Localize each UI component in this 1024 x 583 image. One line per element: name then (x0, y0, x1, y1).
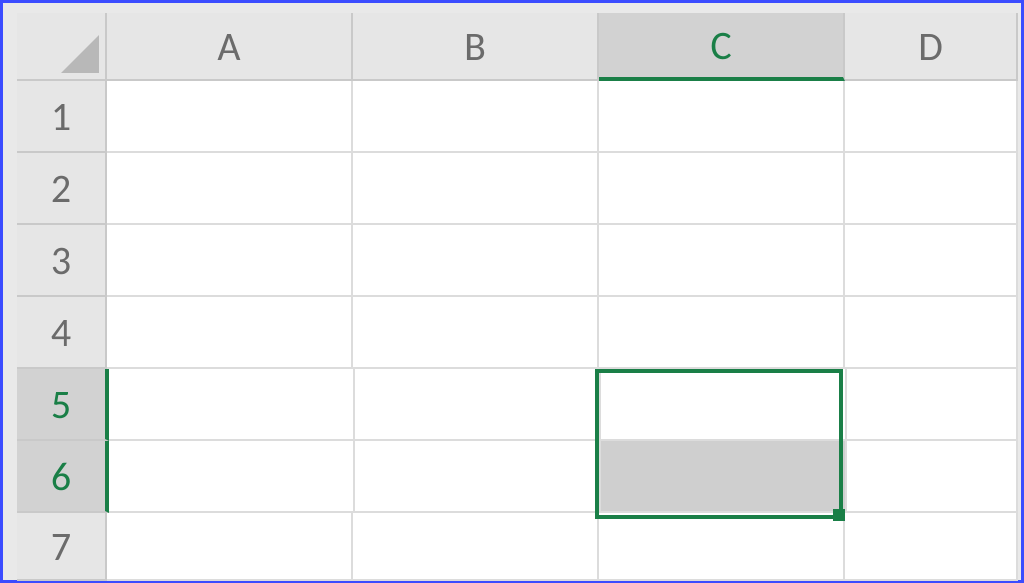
grid-body: 1 2 3 (17, 81, 1018, 577)
column-headers-row: A B C D (17, 13, 1018, 81)
row-header-3[interactable]: 3 (17, 225, 107, 297)
cell-A2[interactable] (107, 153, 353, 225)
cell-B4[interactable] (353, 297, 599, 369)
cell-B2[interactable] (353, 153, 599, 225)
row-1: 1 (17, 81, 1018, 153)
cell-C4[interactable] (599, 297, 845, 369)
cell-D7[interactable] (845, 513, 1018, 581)
cell-A3[interactable] (107, 225, 353, 297)
cell-D1[interactable] (845, 81, 1018, 153)
cell-C1[interactable] (599, 81, 845, 153)
row-2: 2 (17, 153, 1018, 225)
cell-C3[interactable] (599, 225, 845, 297)
cell-C2[interactable] (599, 153, 845, 225)
row-header-2[interactable]: 2 (17, 153, 107, 225)
cell-D2[interactable] (845, 153, 1018, 225)
row-header-5[interactable]: 5 (17, 369, 109, 441)
column-header-D[interactable]: D (845, 13, 1018, 81)
row-header-4[interactable]: 4 (17, 297, 107, 369)
cell-B7[interactable] (353, 513, 599, 581)
cell-A5[interactable] (109, 369, 355, 441)
row-7: 7 (17, 513, 1018, 581)
cell-D5[interactable] (847, 369, 1018, 441)
column-header-A[interactable]: A (107, 13, 353, 81)
cell-B6[interactable] (355, 441, 601, 513)
column-header-C[interactable]: C (599, 13, 845, 81)
cell-A1[interactable] (107, 81, 353, 153)
spreadsheet-grid: A B C D 1 2 (17, 13, 1018, 577)
cell-B5[interactable] (355, 369, 601, 441)
cell-A7[interactable] (107, 513, 353, 581)
column-header-B[interactable]: B (353, 13, 599, 81)
row-header-6[interactable]: 6 (17, 441, 109, 513)
cell-C6[interactable] (601, 441, 847, 513)
cell-B3[interactable] (353, 225, 599, 297)
row-4: 4 (17, 297, 1018, 369)
cell-D4[interactable] (845, 297, 1018, 369)
row-3: 3 (17, 225, 1018, 297)
spreadsheet-frame: A B C D 1 2 (0, 0, 1024, 583)
cell-D3[interactable] (845, 225, 1018, 297)
row-header-7[interactable]: 7 (17, 513, 107, 581)
select-all-corner[interactable] (17, 13, 107, 81)
cell-B1[interactable] (353, 81, 599, 153)
row-header-1[interactable]: 1 (17, 81, 107, 153)
cell-A6[interactable] (109, 441, 355, 513)
cell-C7[interactable] (599, 513, 845, 581)
row-6: 6 (17, 441, 1018, 513)
cell-C5[interactable] (601, 369, 847, 441)
row-5: 5 (17, 369, 1018, 441)
sheet: A B C D 1 2 (17, 13, 1018, 577)
cell-A4[interactable] (107, 297, 353, 369)
select-all-icon (61, 35, 99, 73)
cell-D6[interactable] (847, 441, 1018, 513)
